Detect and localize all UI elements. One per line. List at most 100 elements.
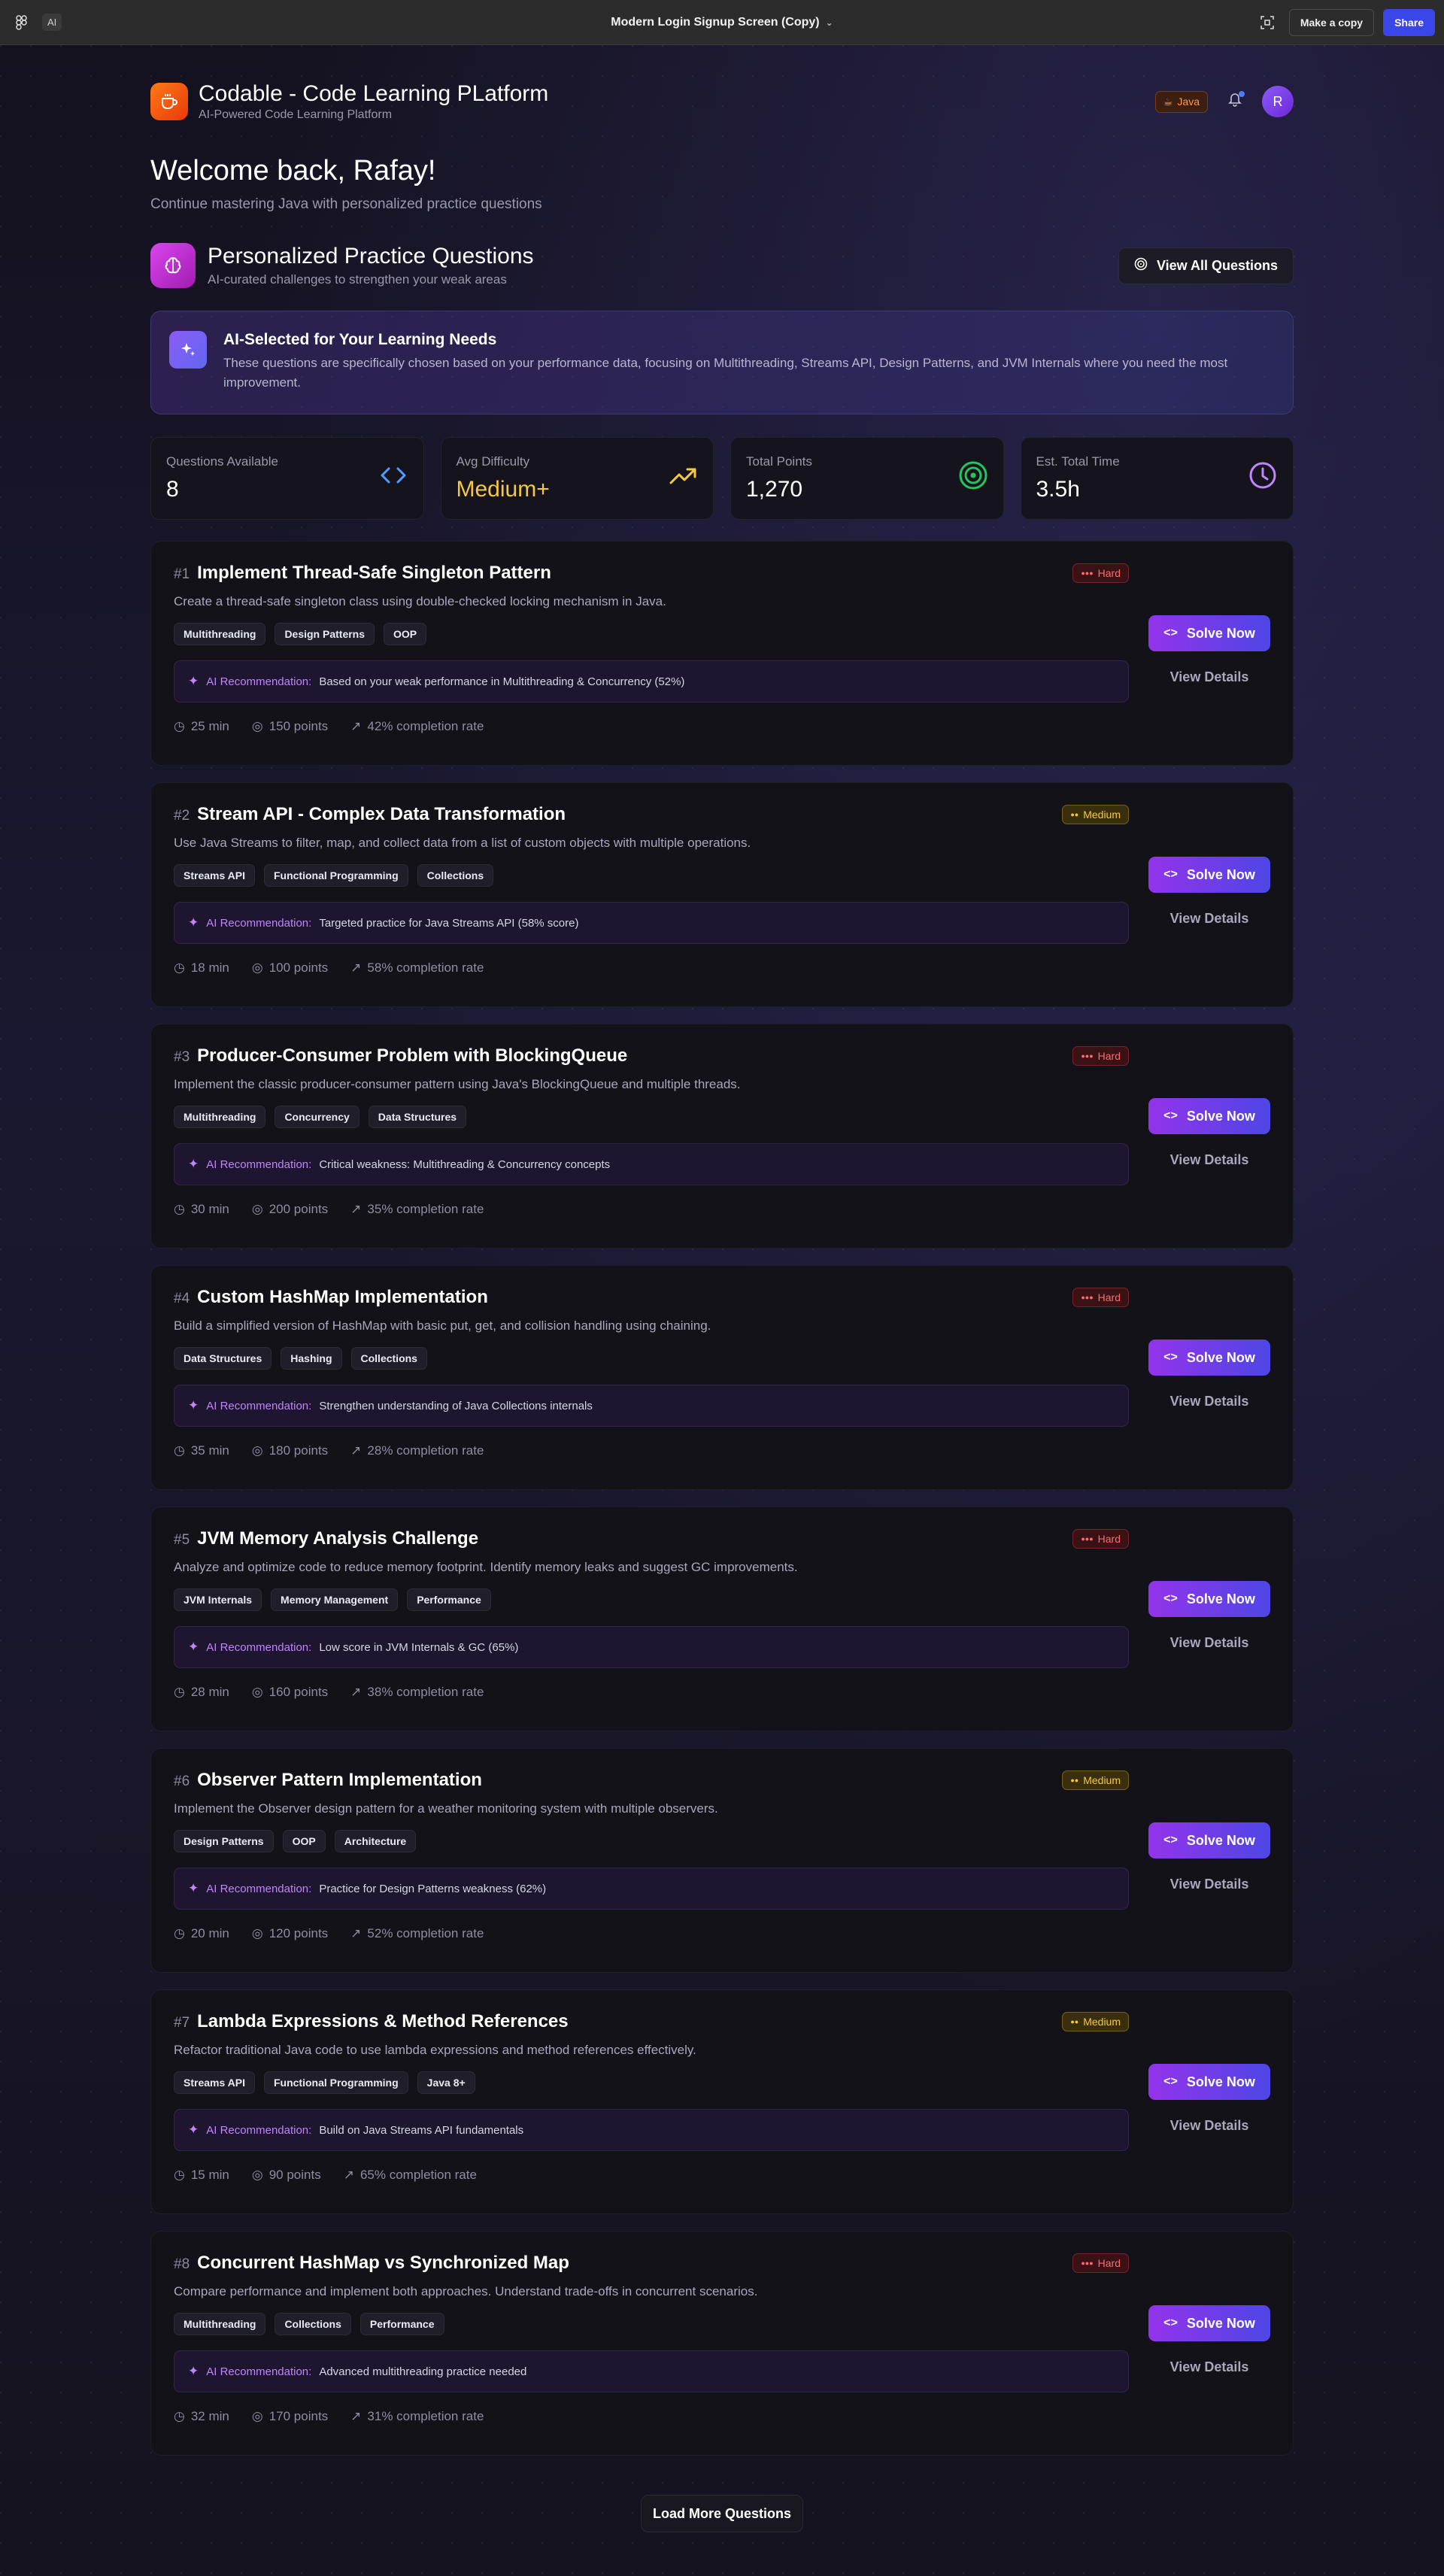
- solve-now-button[interactable]: <> Solve Now: [1148, 857, 1270, 893]
- banner-text: AI-Selected for Your Learning Needs Thes…: [223, 331, 1275, 394]
- solve-now-label: Solve Now: [1186, 2315, 1255, 2331]
- tag-chip[interactable]: Performance: [359, 2313, 444, 2335]
- trending-up-icon: [668, 460, 698, 497]
- question-title-group[interactable]: #7 Lambda Expressions & Method Reference…: [174, 2011, 569, 2032]
- view-details-link[interactable]: View Details: [1170, 1635, 1249, 1651]
- tag-chip[interactable]: Hashing: [281, 1347, 342, 1370]
- difficulty-badge: ●●● Hard: [1072, 1288, 1129, 1307]
- tag-list: Design Patterns OOP Architecture: [174, 1830, 1129, 1852]
- make-copy-button[interactable]: Make a copy: [1288, 8, 1375, 36]
- share-button[interactable]: Share: [1383, 8, 1435, 36]
- solve-now-label: Solve Now: [1186, 2074, 1255, 2089]
- view-details-link[interactable]: View Details: [1170, 2118, 1249, 2134]
- view-details-link[interactable]: View Details: [1170, 2359, 1249, 2375]
- tag-chip[interactable]: OOP: [282, 1830, 326, 1852]
- tag-chip[interactable]: Multithreading: [174, 623, 266, 645]
- question-meta: ◷ 20 min ◎ 120 points ↗ 52% completion rate: [174, 1926, 1129, 1941]
- app-header: Codable - Code Learning PLatform AI-Powe…: [150, 75, 1294, 128]
- tag-list: Streams API Functional Programming Java 8+: [174, 2071, 1129, 2094]
- tag-chip[interactable]: Multithreading: [174, 2313, 266, 2335]
- clock-icon: ◷: [174, 1202, 185, 1216]
- question-number: #4: [174, 1291, 190, 1306]
- load-more-button[interactable]: Load More Questions: [641, 2495, 803, 2532]
- file-title[interactable]: Modern Login Signup Screen (Copy) ⌄: [611, 16, 833, 29]
- tag-chip[interactable]: Streams API: [174, 2071, 255, 2094]
- solve-now-button[interactable]: <> Solve Now: [1148, 1098, 1270, 1134]
- tag-chip[interactable]: Architecture: [334, 1830, 417, 1852]
- question-header: #3 Producer-Consumer Problem with Blocki…: [174, 1045, 1129, 1067]
- ai-recommendation-text: Advanced multithreading practice needed: [319, 2365, 527, 2378]
- tag-chip[interactable]: Multithreading: [174, 1106, 266, 1128]
- language-badge[interactable]: ☕ Java: [1154, 90, 1208, 113]
- view-details-link[interactable]: View Details: [1170, 911, 1249, 927]
- points-value: 150 points: [268, 719, 329, 733]
- question-title-group[interactable]: #5 JVM Memory Analysis Challenge: [174, 1528, 478, 1549]
- meta-time: ◷ 30 min: [174, 1202, 229, 1217]
- tag-chip[interactable]: Design Patterns: [275, 623, 375, 645]
- target-icon: ◎: [251, 719, 263, 733]
- solve-now-button[interactable]: <> Solve Now: [1148, 615, 1270, 651]
- ai-button[interactable]: AI: [42, 14, 62, 31]
- solve-now-button[interactable]: <> Solve Now: [1148, 1581, 1270, 1617]
- bell-icon[interactable]: [1227, 91, 1245, 111]
- target-icon: ◎: [251, 1685, 263, 1699]
- solve-now-button[interactable]: <> Solve Now: [1148, 2305, 1270, 2341]
- tag-chip[interactable]: Data Structures: [174, 1347, 272, 1370]
- solve-now-label: Solve Now: [1186, 1591, 1255, 1607]
- tag-chip[interactable]: OOP: [384, 623, 427, 645]
- view-details-link[interactable]: View Details: [1170, 1152, 1249, 1168]
- stat-label: Total Points: [746, 454, 812, 469]
- view-details-link[interactable]: View Details: [1170, 1877, 1249, 1892]
- tag-chip[interactable]: Design Patterns: [174, 1830, 274, 1852]
- tag-chip[interactable]: Collections: [417, 864, 494, 887]
- difficulty-badge: ●●● Hard: [1072, 1046, 1129, 1066]
- question-title-group[interactable]: #2 Stream API - Complex Data Transformat…: [174, 804, 566, 825]
- question-title-group[interactable]: #4 Custom HashMap Implementation: [174, 1287, 488, 1308]
- completion-rate: 42% completion rate: [367, 719, 484, 733]
- section-title: Personalized Practice Questions: [208, 244, 534, 269]
- tag-chip[interactable]: Performance: [407, 1588, 491, 1611]
- question-title-group[interactable]: #1 Implement Thread-Safe Singleton Patte…: [174, 563, 551, 584]
- question-body: #8 Concurrent HashMap vs Synchronized Ma…: [174, 2253, 1129, 2434]
- tag-chip[interactable]: Concurrency: [275, 1106, 359, 1128]
- sparkles-icon: ✦: [188, 915, 199, 930]
- question-title-group[interactable]: #8 Concurrent HashMap vs Synchronized Ma…: [174, 2253, 569, 2274]
- tag-list: Multithreading Collections Performance: [174, 2313, 1129, 2335]
- trending-up-icon: ↗: [343, 2168, 354, 2182]
- solve-now-button[interactable]: <> Solve Now: [1148, 1822, 1270, 1858]
- solve-now-button[interactable]: <> Solve Now: [1148, 1340, 1270, 1376]
- solve-now-button[interactable]: <> Solve Now: [1148, 2064, 1270, 2100]
- tag-chip[interactable]: Java 8+: [417, 2071, 475, 2094]
- ai-recommendation: ✦ AI Recommendation: Targeted practice f…: [174, 902, 1129, 944]
- difficulty-label: Hard: [1097, 567, 1121, 579]
- view-all-questions-button[interactable]: View All Questions: [1118, 247, 1294, 284]
- tag-chip[interactable]: Functional Programming: [263, 2071, 408, 2094]
- avatar[interactable]: R: [1262, 86, 1294, 117]
- meta-points: ◎ 120 points: [252, 1926, 328, 1941]
- question-actions: <> Solve Now View Details: [1148, 1581, 1270, 1651]
- ai-recommendation-text: Targeted practice for Java Streams API (…: [319, 916, 579, 930]
- ai-recommendation-label: AI Recommendation:: [206, 675, 312, 688]
- question-title-group[interactable]: #6 Observer Pattern Implementation: [174, 1770, 482, 1791]
- view-details-link[interactable]: View Details: [1170, 1394, 1249, 1409]
- tag-chip[interactable]: JVM Internals: [174, 1588, 262, 1611]
- question-actions: <> Solve Now View Details: [1148, 1340, 1270, 1409]
- tag-chip[interactable]: Functional Programming: [263, 864, 408, 887]
- tag-chip[interactable]: Memory Management: [271, 1588, 399, 1611]
- inspect-icon[interactable]: [1254, 10, 1280, 35]
- question-body: #2 Stream API - Complex Data Transformat…: [174, 804, 1129, 985]
- brand[interactable]: Codable - Code Learning PLatform AI-Powe…: [150, 81, 548, 122]
- coffee-icon: ☕: [1163, 95, 1173, 108]
- figma-menu-icon[interactable]: [9, 10, 35, 35]
- view-details-link[interactable]: View Details: [1170, 669, 1249, 685]
- ai-recommendation: ✦ AI Recommendation: Strengthen understa…: [174, 1385, 1129, 1427]
- question-title-group[interactable]: #3 Producer-Consumer Problem with Blocki…: [174, 1045, 627, 1067]
- tag-chip[interactable]: Collections: [350, 1347, 427, 1370]
- tag-chip[interactable]: Streams API: [174, 864, 255, 887]
- code-icon: <>: [1163, 1592, 1178, 1605]
- figma-topbar: AI Modern Login Signup Screen (Copy) ⌄ M…: [0, 0, 1444, 45]
- sparkles-icon: ✦: [188, 1881, 199, 1895]
- tag-chip[interactable]: Data Structures: [368, 1106, 467, 1128]
- tag-chip[interactable]: Collections: [275, 2313, 351, 2335]
- clock-icon: ◷: [174, 1685, 185, 1699]
